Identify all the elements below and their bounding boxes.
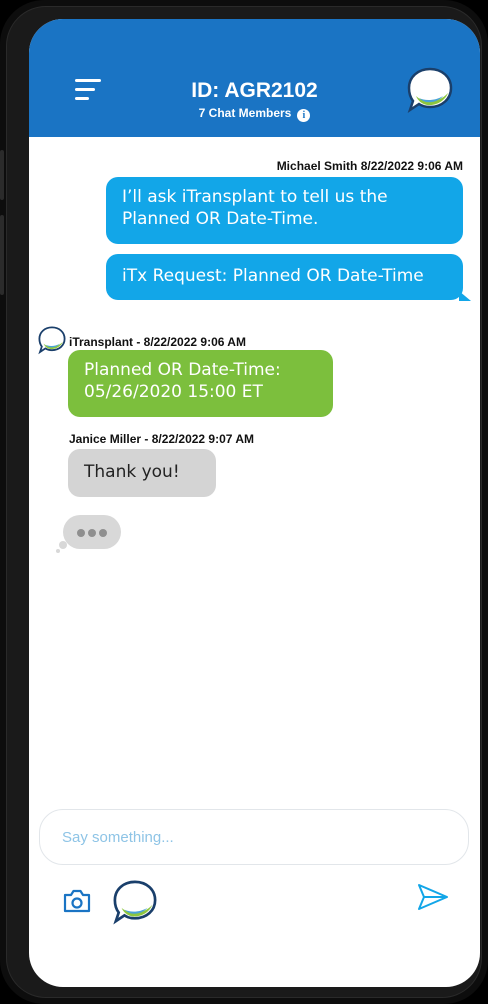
bot-message-line: Planned OR Date-Time: xyxy=(84,360,281,380)
volume-button xyxy=(0,150,4,200)
message-meta: Michael Smith 8/22/2022 9:06 AM xyxy=(276,159,463,173)
message-composer xyxy=(39,809,469,865)
phone-frame: ID: AGR2102 7 Chat Members i Michael Smit… xyxy=(0,0,488,1004)
bubble-tail xyxy=(459,291,471,301)
camera-icon[interactable] xyxy=(62,888,92,914)
chat-bubble-logo-icon[interactable] xyxy=(111,879,159,925)
message-meta: iTransplant - 8/22/2022 9:06 AM xyxy=(69,335,246,349)
typing-dot xyxy=(88,529,96,537)
info-icon[interactable]: i xyxy=(297,109,311,122)
typing-dot xyxy=(77,529,85,537)
outgoing-message-bubble[interactable]: iTx Request: Planned OR Date-Time xyxy=(106,254,463,300)
typing-tail xyxy=(56,549,60,553)
incoming-message-bubble[interactable]: Thank you! xyxy=(68,449,216,497)
chat-bubble-logo-icon[interactable] xyxy=(405,66,455,114)
outgoing-message-bubble[interactable]: I’ll ask iTransplant to tell us the Plan… xyxy=(106,177,463,244)
itransplant-avatar-icon xyxy=(38,326,66,355)
bot-message-bubble[interactable]: Planned OR Date-Time: 05/26/2020 15:00 E… xyxy=(68,350,333,417)
message-meta: Janice Miller - 8/22/2022 9:07 AM xyxy=(69,432,254,446)
typing-indicator xyxy=(63,515,121,549)
chat-header: ID: AGR2102 7 Chat Members i xyxy=(29,19,480,137)
volume-button-2 xyxy=(0,215,4,295)
chat-members-label: 7 Chat Members xyxy=(198,106,292,120)
message-input[interactable] xyxy=(60,828,440,847)
app-screen: ID: AGR2102 7 Chat Members i Michael Smit… xyxy=(29,19,480,987)
send-icon[interactable] xyxy=(416,882,450,912)
bot-message-line: 05/26/2020 15:00 ET xyxy=(84,382,263,402)
typing-tail xyxy=(59,541,67,549)
typing-dot xyxy=(99,529,107,537)
